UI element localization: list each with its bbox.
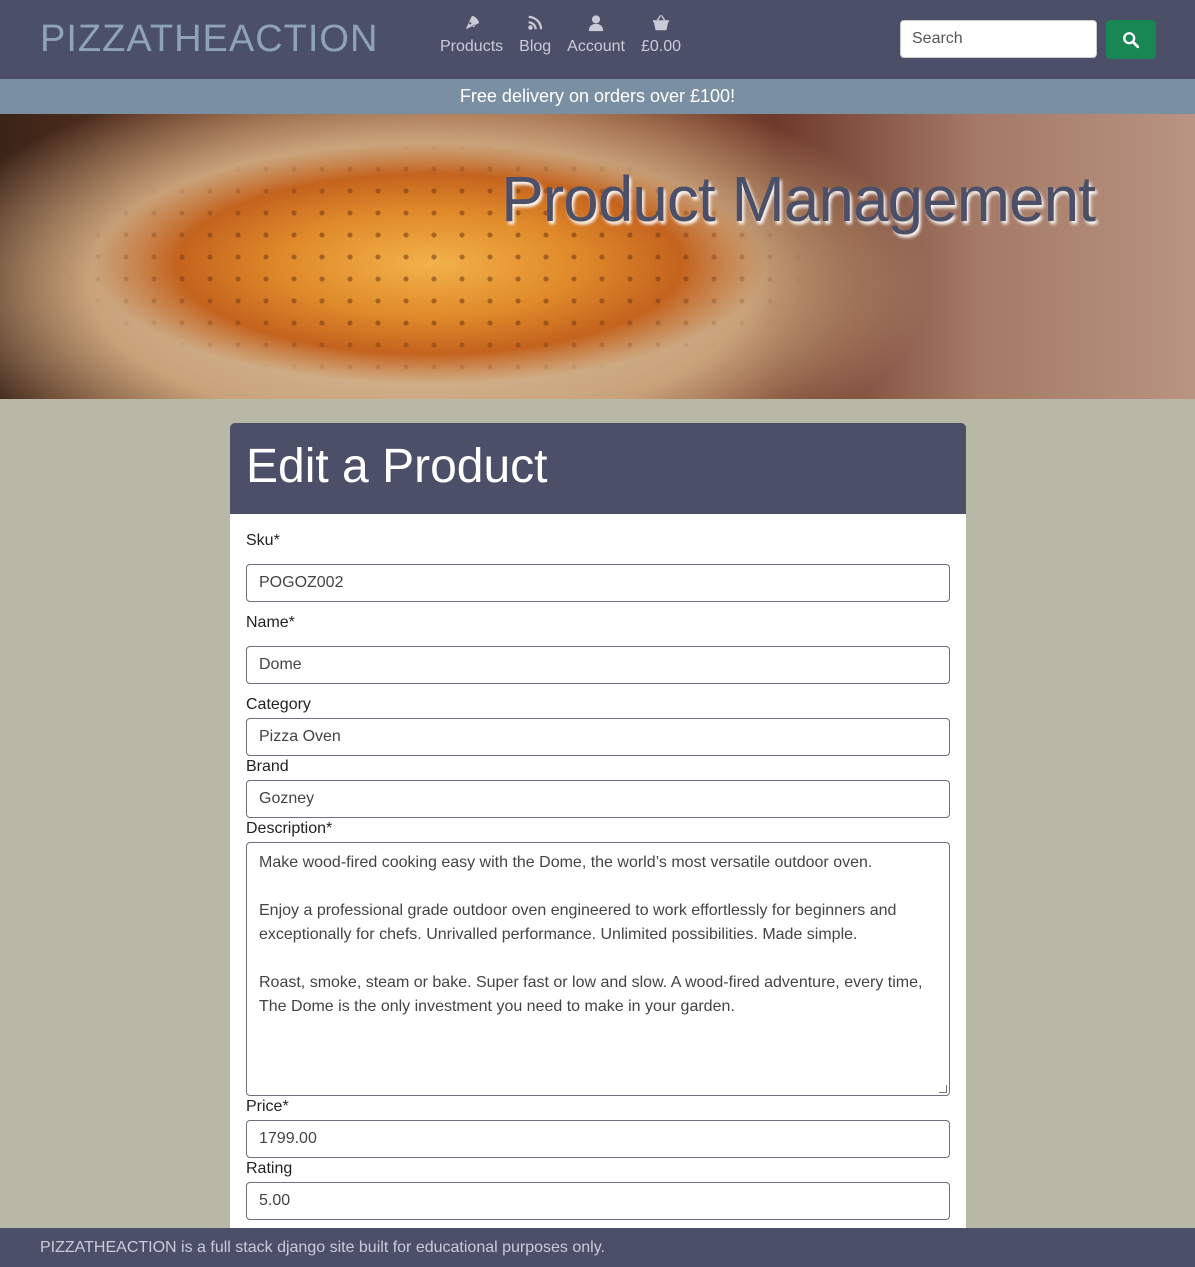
form-card-header: Edit a Product — [230, 423, 966, 514]
price-label: Price* — [246, 1098, 289, 1115]
brand-label: Brand — [246, 758, 289, 775]
brand-value: Gozney — [259, 790, 315, 807]
name-field[interactable]: Dome — [246, 646, 950, 684]
description-textarea[interactable]: Make wood-fired cooking easy with the Do… — [246, 842, 950, 1096]
nav-account-label: Account — [567, 38, 625, 55]
search-input[interactable] — [900, 20, 1097, 58]
nav-products[interactable]: Products — [432, 14, 511, 56]
search-button[interactable] — [1106, 20, 1156, 59]
price-field[interactable]: 1799.00 — [246, 1120, 950, 1158]
top-navbar: PIZZATHEACTION Products Blog Account £0.… — [0, 0, 1195, 79]
nav-products-label: Products — [440, 38, 504, 55]
brand-logo[interactable]: PIZZATHEACTION — [40, 18, 378, 61]
price-value: 1799.00 — [259, 1130, 317, 1147]
category-value: Pizza Oven — [259, 728, 341, 745]
description-label: Description* — [246, 820, 333, 837]
hero-texture — [0, 114, 1195, 399]
description-paragraph: Roast, smoke, steam or bake. Super fast … — [259, 974, 923, 1015]
description-paragraph: Make wood-fired cooking easy with the Do… — [259, 854, 873, 871]
description-paragraph: Enjoy a professional grade outdoor oven … — [259, 902, 897, 943]
basket-icon — [652, 14, 670, 31]
pizza-slice-icon — [465, 15, 479, 30]
nav-blog-label: Blog — [519, 38, 552, 55]
nav-account[interactable]: Account — [559, 14, 633, 56]
sku-field[interactable]: POGOZ002 — [246, 564, 950, 602]
nav-basket[interactable]: £0.00 — [633, 14, 689, 56]
form-title: Edit a Product — [246, 440, 548, 493]
rating-label: Rating — [246, 1160, 293, 1177]
hero-image: Product Management — [0, 114, 1195, 399]
name-label: Name* — [246, 614, 295, 631]
resize-handle-icon[interactable] — [939, 1085, 947, 1093]
nav-blog[interactable]: Blog — [511, 14, 559, 56]
rating-value: 5.00 — [259, 1192, 291, 1209]
sku-value: POGOZ002 — [259, 574, 344, 591]
search-icon — [1123, 31, 1140, 48]
sku-label: Sku* — [246, 532, 280, 549]
basket-total: £0.00 — [640, 38, 682, 55]
delivery-banner: Free delivery on orders over £100! — [0, 79, 1195, 114]
category-label: Category — [246, 696, 311, 713]
brand-select[interactable]: Gozney — [246, 780, 950, 818]
main-nav: Products Blog Account £0.00 — [432, 14, 689, 56]
category-select[interactable]: Pizza Oven — [246, 718, 950, 756]
page-title: Product Management — [501, 163, 1096, 235]
rating-field[interactable]: 5.00 — [246, 1182, 950, 1220]
rss-icon — [528, 15, 543, 30]
edit-product-form: Sku* POGOZ002 Name* Dome Category Pizza … — [230, 514, 966, 1267]
user-icon — [588, 15, 604, 32]
footer: PIZZATHEACTION is a full stack django si… — [0, 1228, 1195, 1267]
name-value: Dome — [259, 656, 302, 673]
